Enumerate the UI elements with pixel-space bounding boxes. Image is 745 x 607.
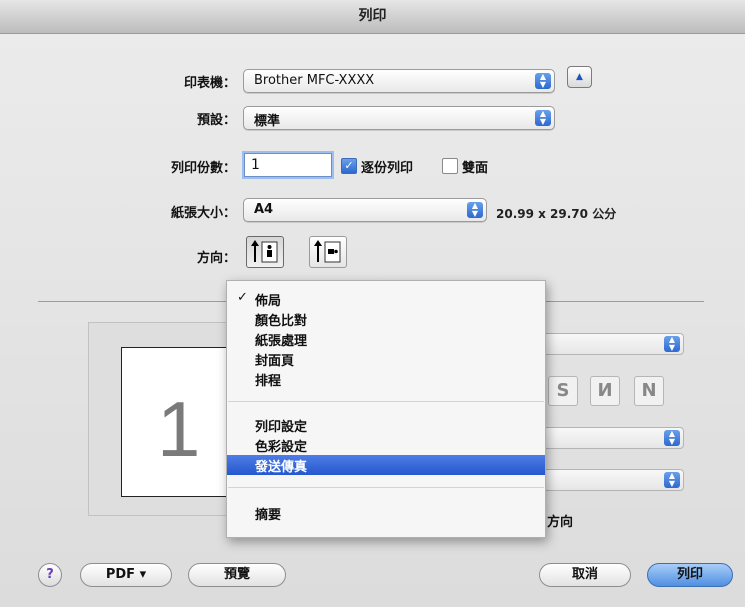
- layout-direction-n-icon[interactable]: N: [634, 376, 664, 406]
- menu-item-print-settings[interactable]: 列印設定: [227, 415, 545, 435]
- layout-direction-s-icon[interactable]: S: [548, 376, 578, 406]
- reverse-orientation-label: 方向: [547, 515, 574, 530]
- menu-item-paper-handling[interactable]: 紙張處理: [227, 329, 545, 349]
- preview-button[interactable]: 預覽: [188, 563, 286, 587]
- menu-item-cover-page[interactable]: 封面頁: [227, 349, 545, 369]
- menu-item-layout[interactable]: ✓ 佈局: [227, 289, 545, 309]
- menu-item-label: 顏色比對: [255, 314, 308, 329]
- collate-label: 逐份列印: [361, 161, 414, 176]
- menu-item-label: 紙張處理: [255, 334, 308, 349]
- duplex-checkbox[interactable]: [442, 158, 458, 174]
- popup-arrows-icon: ▲ ▼: [467, 202, 483, 218]
- menu-item-label: 色彩設定: [255, 440, 308, 455]
- copies-label: 列印份數：: [170, 161, 236, 176]
- paper-size-value: A4: [254, 202, 274, 217]
- menu-item-summary[interactable]: 摘要: [227, 503, 545, 523]
- printer-popup[interactable]: Brother MFC-XXXX ▲ ▼: [243, 69, 555, 93]
- cancel-button[interactable]: 取消: [539, 563, 631, 587]
- paper-size-label: 紙張大小：: [170, 206, 236, 221]
- presets-label: 預設：: [196, 113, 236, 128]
- presets-popup[interactable]: 標準 ▲ ▼: [243, 106, 555, 130]
- popup-arrows-icon: ▲ ▼: [664, 472, 680, 488]
- landscape-icon: [314, 240, 341, 263]
- paper-dimensions: 20.99 x 29.70 公分: [496, 207, 617, 221]
- landscape-orientation-button[interactable]: [309, 236, 347, 268]
- menu-item-label: 列印設定: [255, 420, 308, 435]
- popup-arrows-icon: ▲ ▼: [535, 110, 551, 126]
- popup-arrows-icon: ▲ ▼: [535, 73, 551, 89]
- portrait-icon: [251, 240, 278, 263]
- printer-value: Brother MFC-XXXX: [254, 73, 375, 88]
- menu-item-label: 排程: [255, 374, 282, 389]
- disclosure-up-icon[interactable]: ▲: [567, 66, 592, 88]
- pdf-menu-button[interactable]: PDF ▾: [80, 563, 172, 587]
- menu-item-label: 發送傳真: [255, 460, 308, 475]
- preview-page-number: 1: [157, 385, 201, 473]
- popup-arrows-icon: ▲ ▼: [664, 336, 680, 352]
- collate-checkbox[interactable]: ✓: [341, 158, 357, 174]
- menu-item-color-matching[interactable]: 顏色比對: [227, 309, 545, 329]
- portrait-orientation-button[interactable]: [246, 236, 284, 268]
- duplex-label: 雙面: [462, 161, 489, 176]
- menu-item-scheduler[interactable]: 排程: [227, 369, 545, 389]
- menu-item-color-settings[interactable]: 色彩設定: [227, 435, 545, 455]
- popup-arrows-icon: ▲ ▼: [664, 430, 680, 446]
- print-button[interactable]: 列印: [647, 563, 733, 587]
- menu-separator: [228, 401, 544, 402]
- copies-value: 1: [251, 157, 260, 173]
- presets-value: 標準: [254, 114, 281, 129]
- checkmark-icon: ✓: [237, 290, 248, 305]
- menu-item-label: 封面頁: [255, 354, 295, 369]
- help-button[interactable]: ?: [38, 563, 62, 587]
- layout-direction-reverse-n-icon[interactable]: И: [590, 376, 620, 406]
- orientation-label: 方向：: [196, 251, 236, 266]
- panel-menu: ✓ 佈局 顏色比對 紙張處理 封面頁 排程 列印設定 色彩設定 發送傳真 摘要: [226, 280, 546, 538]
- menu-item-label: 佈局: [255, 294, 282, 309]
- menu-item-send-fax[interactable]: 發送傳真: [227, 455, 545, 475]
- printer-label: 印表機：: [183, 76, 236, 91]
- menu-separator: [228, 487, 544, 488]
- window-title: 列印: [0, 0, 745, 34]
- paper-size-popup[interactable]: A4 ▲ ▼: [243, 198, 487, 222]
- print-dialog: 列印 印表機： Brother MFC-XXXX ▲ ▼ ▲ 預設： 標準 ▲ ▼ …: [0, 0, 745, 607]
- menu-item-label: 摘要: [255, 508, 282, 523]
- copies-field[interactable]: 1: [244, 153, 332, 177]
